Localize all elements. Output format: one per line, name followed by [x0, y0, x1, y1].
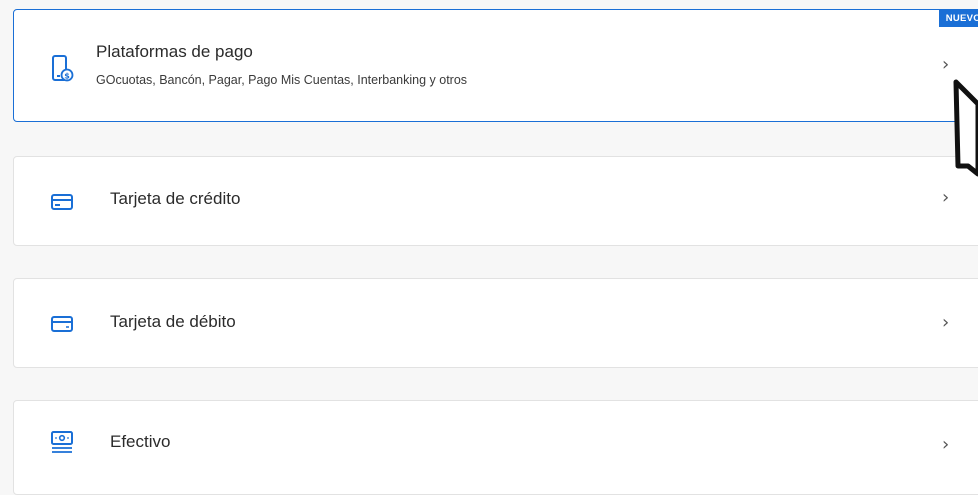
option-subtitle: GOcuotas, Bancón, Pagar, Pago Mis Cuenta… — [96, 73, 468, 87]
credit-card-icon — [47, 187, 77, 217]
payment-option-debit-card[interactable]: Tarjeta de débito › — [13, 278, 978, 368]
chevron-right-icon: › — [942, 312, 950, 333]
payment-option-cash[interactable]: Efectivo › — [13, 400, 978, 495]
chevron-right-icon: › — [942, 187, 950, 208]
chevron-right-icon: › — [942, 54, 950, 75]
new-badge: NUEVO — [938, 10, 978, 27]
chevron-right-icon: › — [942, 434, 950, 455]
option-title: Efectivo — [110, 432, 171, 451]
payment-option-credit-card[interactable]: Tarjeta de crédito › — [13, 156, 978, 246]
debit-card-icon — [47, 309, 77, 339]
option-title: Tarjeta de crédito — [110, 189, 241, 208]
svg-text:$: $ — [64, 72, 70, 81]
mouse-cursor-icon — [950, 78, 978, 183]
cash-icon — [47, 427, 77, 457]
option-title: Tarjeta de débito — [110, 312, 236, 331]
phone-payment-icon: $ — [47, 54, 77, 84]
option-title: Plataformas de pago — [96, 42, 253, 61]
payment-option-plataformas[interactable]: $ Plataformas de pago GOcuotas, Bancón, … — [13, 9, 978, 122]
